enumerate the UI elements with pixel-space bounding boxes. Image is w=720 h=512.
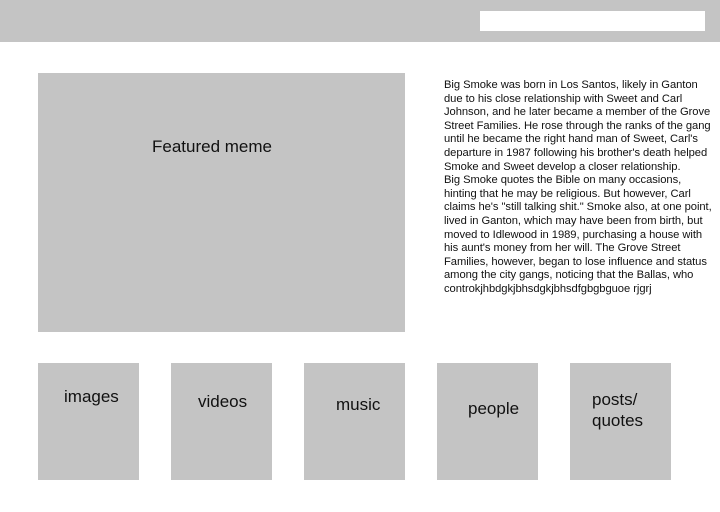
bio-paragraph: Big Smoke was born in Los Santos, likely… [444, 79, 711, 173]
featured-meme-label: Featured meme [152, 137, 272, 156]
category-tile-videos[interactable]: videos [171, 363, 272, 480]
category-label-images: images [64, 387, 119, 406]
top-bar [0, 0, 720, 42]
category-tile-people[interactable]: people [437, 363, 538, 480]
category-tile-posts-quotes[interactable]: posts/ quotes [570, 363, 671, 480]
category-label-posts-quotes: posts/ quotes [592, 390, 644, 430]
featured-meme-placeholder[interactable]: Featured meme [38, 73, 405, 332]
category-label-music: music [336, 395, 381, 414]
category-tile-images[interactable]: images [38, 363, 139, 480]
search-input[interactable] [480, 11, 705, 31]
category-label-people: people [468, 399, 520, 418]
category-label-videos: videos [198, 392, 248, 411]
bio-paragraph: Big Smoke quotes the Bible on many occas… [444, 174, 712, 295]
bio-text: Big Smoke was born in Los Santos, likely… [444, 79, 712, 297]
category-tile-music[interactable]: music [304, 363, 405, 480]
